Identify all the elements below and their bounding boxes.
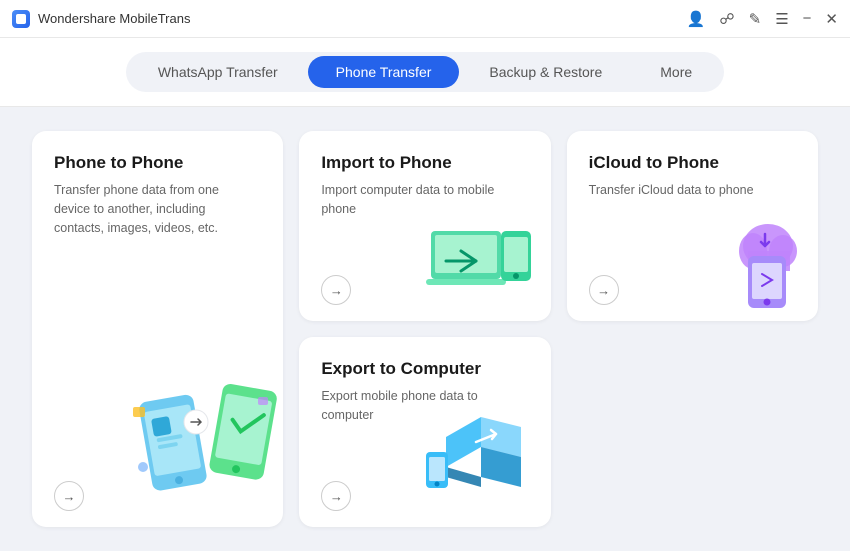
user-icon[interactable]: 👤 [687,10,706,28]
card-icloud-desc: Transfer iCloud data to phone [589,181,796,200]
close-icon[interactable]: ✕ [825,10,838,28]
minimize-icon[interactable]: − [803,10,812,27]
card-import-arrow[interactable]: → [321,275,351,305]
card-export-to-computer: Export to Computer Export mobile phone d… [299,337,550,527]
tab-whatsapp-transfer[interactable]: WhatsApp Transfer [130,56,306,88]
main-content: Phone to Phone Transfer phone data from … [0,107,850,551]
card-phone-to-phone-arrow[interactable]: → [54,481,84,511]
nav-tabs: WhatsApp Transfer Phone Transfer Backup … [126,52,724,92]
card-import-title: Import to Phone [321,153,528,173]
tab-more[interactable]: More [632,56,720,88]
title-bar: Wondershare MobileTrans 👤 ☍ ✎ ☰ − ✕ [0,0,850,38]
phone-to-phone-illustration [128,357,283,517]
card-phone-to-phone-title: Phone to Phone [54,153,261,173]
icloud-illustration [688,211,808,311]
title-bar-controls: 👤 ☍ ✎ ☰ − ✕ [687,10,838,28]
card-export-arrow[interactable]: → [321,481,351,511]
card-phone-to-phone: Phone to Phone Transfer phone data from … [32,131,283,527]
card-export-title: Export to Computer [321,359,528,379]
card-import-to-phone: Import to Phone Import computer data to … [299,131,550,321]
card-icloud-to-phone: iCloud to Phone Transfer iCloud data to … [567,131,818,321]
app-title: Wondershare MobileTrans [38,11,190,26]
card-phone-to-phone-desc: Transfer phone data from one device to a… [54,181,224,237]
menu-icon[interactable]: ☰ [775,10,788,28]
export-illustration [421,407,541,517]
card-icloud-arrow[interactable]: → [589,275,619,305]
edit-icon[interactable]: ✎ [749,10,762,28]
bookmark-icon[interactable]: ☍ [719,10,734,28]
tab-backup-restore[interactable]: Backup & Restore [461,56,630,88]
tab-phone-transfer[interactable]: Phone Transfer [308,56,460,88]
app-icon [12,10,30,28]
title-bar-left: Wondershare MobileTrans [12,10,190,28]
import-illustration [421,211,541,311]
nav-bar: WhatsApp Transfer Phone Transfer Backup … [0,38,850,107]
card-icloud-title: iCloud to Phone [589,153,796,173]
